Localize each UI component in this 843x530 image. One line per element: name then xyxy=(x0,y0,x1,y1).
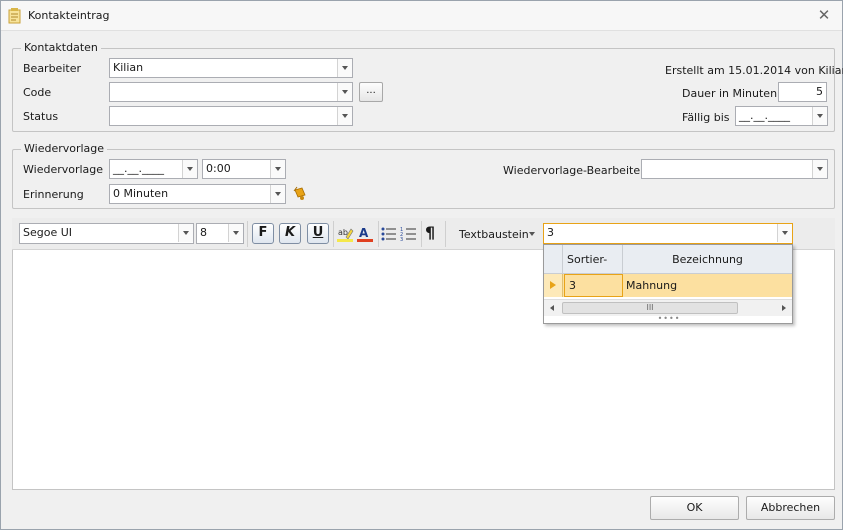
bell-icon[interactable] xyxy=(291,185,309,203)
chevron-down-icon[interactable] xyxy=(178,224,193,242)
bearbeiter-value: Kilian xyxy=(113,61,144,74)
resize-grip[interactable]: •••• xyxy=(654,315,684,323)
scroll-left-icon[interactable] xyxy=(550,305,554,311)
column-header-sortier-nr[interactable]: Sortier-Nr. xyxy=(563,245,623,295)
erinnerung-label: Erinnerung xyxy=(23,188,84,201)
status-combo[interactable] xyxy=(109,106,353,126)
wiedervorlage-bearbeiter-combo[interactable] xyxy=(641,159,828,179)
row-indicator-header xyxy=(544,245,563,274)
status-label: Status xyxy=(23,110,59,123)
scroll-right-icon[interactable] xyxy=(782,305,786,311)
close-button[interactable]: ✕ xyxy=(816,7,832,23)
chevron-down-icon[interactable] xyxy=(337,59,352,77)
bold-button[interactable]: F xyxy=(252,223,274,244)
chevron-down-icon[interactable] xyxy=(337,83,352,101)
code-browse-button[interactable]: ... xyxy=(359,82,383,102)
font-family-combo[interactable]: Segoe UI xyxy=(19,223,194,244)
chevron-down-icon[interactable] xyxy=(337,107,352,125)
svg-text:A: A xyxy=(359,226,369,240)
created-info: Erstellt am 15.01.2014 von Kilian xyxy=(665,64,843,77)
textbaustein-label: Textbaustein xyxy=(459,228,529,241)
textbaustein-dropdown: Sortier-Nr. Bezeichnung 3 Mahnung III ••… xyxy=(543,244,793,324)
toolbar-separator xyxy=(378,221,379,247)
chevron-down-icon[interactable] xyxy=(812,160,827,178)
cell-bezeichnung[interactable]: Mahnung xyxy=(623,274,792,297)
highlight-icon[interactable]: ab xyxy=(336,225,354,243)
wiedervorlage-time-picker[interactable]: 0:00 xyxy=(202,159,286,179)
scrollbar-thumb[interactable]: III xyxy=(562,302,738,314)
toolbar-separator xyxy=(333,221,334,247)
wiedervorlage-date-value: __.__.____ xyxy=(113,162,164,175)
svg-text:ab: ab xyxy=(338,228,348,237)
notepad-icon xyxy=(8,8,21,24)
paragraph-button[interactable]: ¶ xyxy=(425,223,435,242)
textbaustein-combo[interactable]: 3 xyxy=(543,223,793,244)
textbaustein-value: 3 xyxy=(547,226,554,239)
bearbeiter-combo[interactable]: Kilian xyxy=(109,58,353,78)
font-color-icon[interactable]: A xyxy=(356,225,374,243)
textbaustein-menu-arrow[interactable] xyxy=(529,232,535,236)
toolbar-separator xyxy=(445,221,446,247)
bullet-list-icon[interactable] xyxy=(380,225,398,243)
close-icon: ✕ xyxy=(817,6,831,24)
numbered-list-icon[interactable]: 1 2 3 xyxy=(400,225,418,243)
italic-button[interactable]: K xyxy=(279,223,301,244)
font-size-value: 8 xyxy=(200,226,207,239)
faellig-date-picker[interactable]: __.__.____ xyxy=(735,106,828,126)
wiedervorlage-time-value: 0:00 xyxy=(206,162,231,175)
dauer-label: Dauer in Minuten xyxy=(682,87,778,100)
faellig-label: Fällig bis xyxy=(682,111,730,124)
erinnerung-value: 0 Minuten xyxy=(113,187,169,200)
cell-sortier-nr[interactable]: 3 xyxy=(564,274,623,297)
code-label: Code xyxy=(23,86,52,99)
font-size-combo[interactable]: 8 xyxy=(196,223,244,244)
table-row[interactable]: 3 Mahnung xyxy=(544,274,792,297)
toolbar-separator xyxy=(421,221,422,247)
dauer-input[interactable]: 5 xyxy=(778,82,827,102)
ok-button[interactable]: OK xyxy=(650,496,739,520)
code-combo[interactable] xyxy=(109,82,353,102)
erinnerung-combo[interactable]: 0 Minuten xyxy=(109,184,286,204)
faellig-value: __.__.____ xyxy=(739,109,790,122)
chevron-down-icon[interactable] xyxy=(182,160,197,178)
bearbeiter-label: Bearbeiter xyxy=(23,62,81,75)
wiedervorlage-group-title: Wiedervorlage xyxy=(21,142,108,155)
underline-button[interactable]: U xyxy=(307,223,329,244)
kontaktdaten-group-title: Kontaktdaten xyxy=(21,41,101,54)
chevron-down-icon[interactable] xyxy=(270,185,285,203)
toolbar-separator xyxy=(247,221,248,247)
wiedervorlage-bearbeiter-label: Wiedervorlage-Bearbeiter xyxy=(503,164,645,177)
chevron-down-icon[interactable] xyxy=(228,224,243,242)
cancel-button[interactable]: Abbrechen xyxy=(746,496,835,520)
dropdown-header: Sortier-Nr. Bezeichnung xyxy=(544,245,792,295)
window-title: Kontakteintrag xyxy=(28,9,110,22)
title-bar: Kontakteintrag ✕ xyxy=(1,1,842,31)
row-indicator-icon xyxy=(544,274,563,297)
dialog-window: Kontakteintrag ✕ Kontaktdaten Bearbeiter… xyxy=(0,0,843,530)
column-header-bezeichnung[interactable]: Bezeichnung xyxy=(623,245,792,274)
chevron-down-icon[interactable] xyxy=(777,224,792,242)
chevron-down-icon[interactable] xyxy=(270,160,285,178)
wiedervorlage-label: Wiedervorlage xyxy=(23,163,104,176)
chevron-down-icon[interactable] xyxy=(812,107,827,125)
wiedervorlage-date-picker[interactable]: __.__.____ xyxy=(109,159,198,179)
svg-text:3: 3 xyxy=(400,237,403,243)
font-family-value: Segoe UI xyxy=(23,226,73,239)
